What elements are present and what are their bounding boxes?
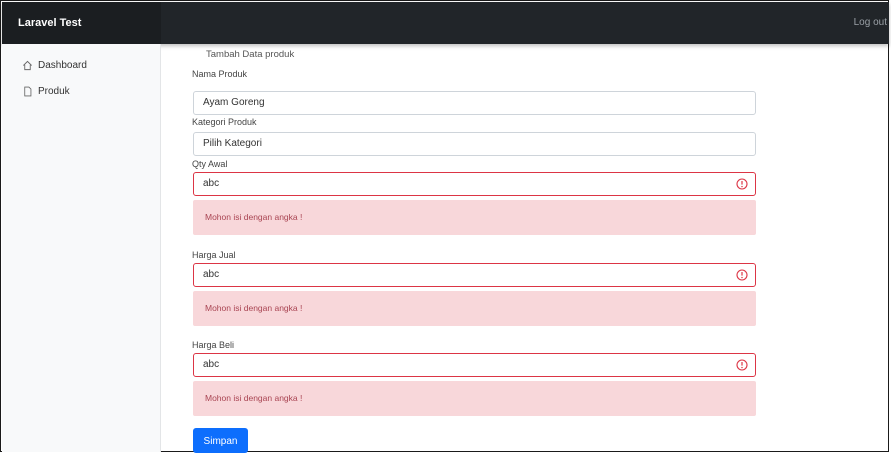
brand-logo[interactable]: Laravel Test — [2, 2, 161, 44]
harga-jual-error: Mohon isi dengan angka ! — [193, 291, 756, 326]
harga-jual-label: Harga Jual — [192, 250, 236, 260]
top-navbar: Laravel Test Log out — [2, 2, 889, 44]
nama-produk-input[interactable]: Ayam Goreng — [193, 91, 756, 115]
harga-beli-label: Harga Beli — [192, 340, 235, 350]
qty-awal-input[interactable]: abc — [193, 172, 756, 196]
app-window: Laravel Test Log out Dashboard Produk Ta… — [0, 0, 889, 453]
kategori-select[interactable]: Pilih Kategori — [193, 132, 756, 156]
qty-awal-error: Mohon isi dengan angka ! — [193, 200, 756, 235]
error-icon — [736, 178, 748, 190]
sidebar: Dashboard Produk — [2, 44, 161, 452]
qty-awal-label: Qty Awal — [192, 159, 228, 169]
house-icon — [23, 60, 32, 70]
kategori-produk-label: Kategori Produk — [192, 117, 257, 127]
sidebar-item-produk[interactable]: Produk — [2, 81, 160, 101]
harga-jual-input[interactable]: abc — [193, 263, 756, 287]
error-icon — [736, 359, 748, 371]
harga-beli-value: abc — [203, 359, 220, 370]
sidebar-item-dashboard[interactable]: Dashboard — [2, 55, 160, 75]
nama-produk-label: Nama Produk — [192, 69, 248, 79]
page-title: Tambah Data produk — [206, 49, 295, 60]
sidebar-item-label: Produk — [38, 85, 70, 97]
error-icon — [736, 269, 748, 281]
simpan-button[interactable]: Simpan — [193, 428, 248, 453]
signout-link[interactable]: Log out — [854, 2, 887, 44]
harga-beli-input[interactable]: abc — [193, 353, 756, 377]
harga-jual-value: abc — [203, 269, 220, 280]
qty-awal-value: abc — [203, 178, 220, 189]
sidebar-item-label: Dashboard — [38, 59, 87, 71]
file-icon — [24, 86, 32, 96]
harga-beli-error: Mohon isi dengan angka ! — [193, 381, 756, 416]
